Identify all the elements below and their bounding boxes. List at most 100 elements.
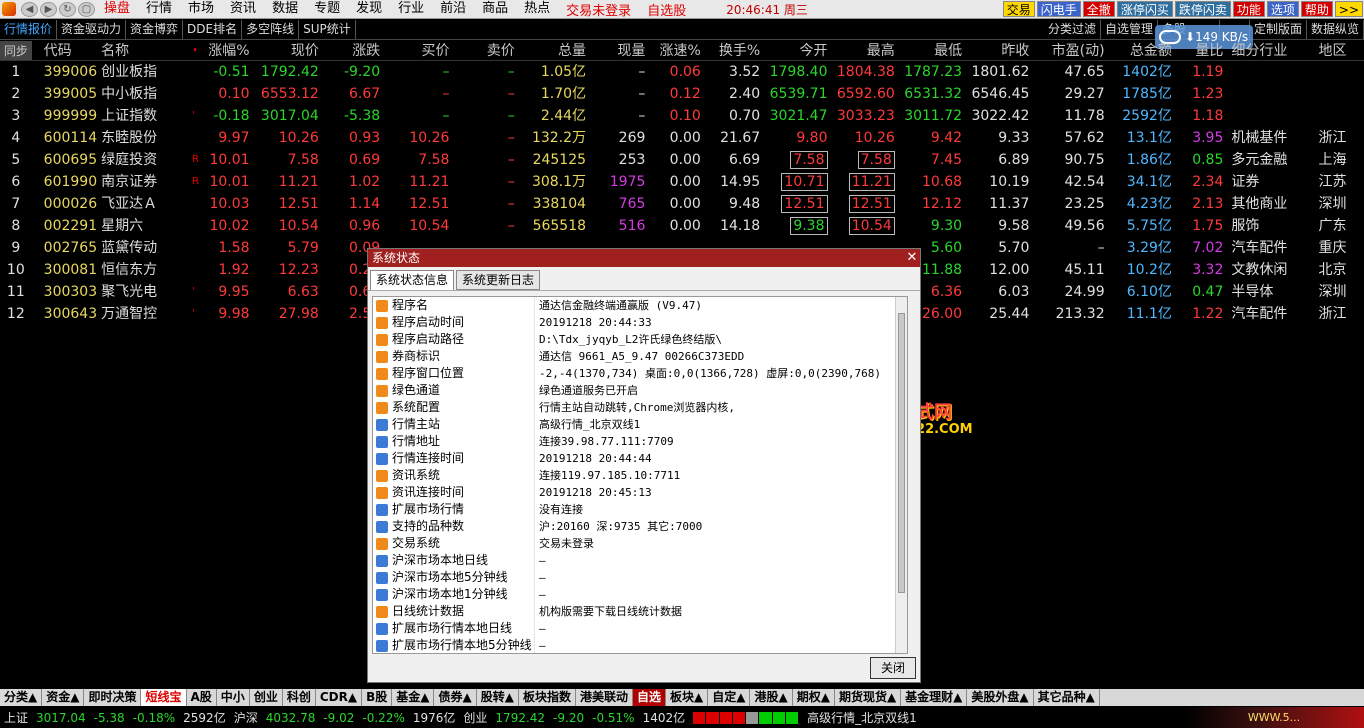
forward-button[interactable]: ▶ (40, 1, 57, 17)
col-header-code[interactable]: 代码 (32, 41, 97, 60)
bottom-tab[interactable]: 自定▲ (708, 689, 751, 706)
fullscreen-button[interactable]: ▢ (78, 1, 95, 17)
col-header-ask[interactable]: 卖价 (449, 41, 515, 60)
status-list-item[interactable]: 资讯系统 连接119.97.185.10:7711 (373, 467, 907, 484)
limit-up-buy-button[interactable]: 涨停闪买 (1116, 1, 1173, 17)
tab-long-short[interactable]: 多空阵线 (242, 20, 300, 39)
col-header-region[interactable]: 地区 (1314, 41, 1364, 60)
col-header-prev-close[interactable]: 昨收 (962, 41, 1029, 60)
more-button[interactable]: >> (1334, 1, 1363, 17)
table-row[interactable]: 3 999999 上证指数 ' -0.18 3017.04 -5.38 – – 2.44亿 – 0.1… (0, 105, 1364, 127)
status-list-item[interactable]: 日线统计数据 机构版需要下载日线统计数据 (373, 603, 907, 620)
status-list-item[interactable]: 扩展市场行情本地日线 — (373, 620, 907, 637)
bottom-tab[interactable]: A股 (187, 689, 217, 706)
col-header-volume[interactable]: 总量 (515, 41, 586, 60)
cy-index-label[interactable]: 创业 (459, 709, 491, 726)
bottom-tab[interactable]: 自选 (632, 689, 666, 706)
col-header-price[interactable]: 现价 (250, 41, 319, 60)
status-list-item[interactable]: 扩展市场行情本地5分钟线 — (373, 637, 907, 653)
flash-hand-button[interactable]: 闪电手 (1036, 1, 1081, 17)
status-list-item[interactable]: 绿色通道 绿色通道服务已开启 (373, 382, 907, 399)
col-header-vol-ratio[interactable]: 量比 (1172, 41, 1223, 60)
col-header-industry[interactable]: 细分行业 (1223, 41, 1314, 60)
tab-filter[interactable]: 分类过滤 (1044, 20, 1101, 39)
tab-quotes[interactable]: 行情报价 (0, 20, 58, 39)
col-header-name[interactable]: 名称 (97, 41, 192, 60)
dialog-titlebar[interactable]: 系统状态 ✕ (368, 249, 920, 267)
bottom-tab[interactable]: 美股外盘▲ (967, 689, 1034, 706)
col-header-turnover[interactable]: 换手% (701, 41, 760, 60)
col-header-bid[interactable]: 买价 (380, 41, 449, 60)
bottom-tab[interactable]: 即时决策 (84, 689, 142, 706)
bottom-tab[interactable]: 港美联动 (576, 689, 633, 706)
tab-watchlist-manage[interactable]: 自选管理 (1101, 20, 1158, 39)
table-row[interactable]: 6 601990 南京证券 R 10.01 11.21 1.02 11.21 –308.1万 19… (0, 171, 1364, 193)
menu-item-commodity[interactable]: 商品 (474, 0, 516, 18)
bottom-tab[interactable]: 短线宝 (141, 689, 187, 706)
function-button[interactable]: 功能 (1232, 1, 1265, 17)
status-list-item[interactable]: 券商标识 通达信 9661_A5_9.47 00266C373EDD (373, 348, 907, 365)
menu-item-trade[interactable]: 操盘 (96, 0, 138, 18)
col-header-sync[interactable]: 同步 (0, 41, 32, 60)
menu-item-data[interactable]: 数据 (264, 0, 306, 18)
col-header-low[interactable]: 最低 (895, 41, 962, 60)
menu-item-quote[interactable]: 行情 (138, 0, 180, 18)
col-header-chg-pct[interactable]: 涨幅% (202, 41, 249, 60)
status-list-item[interactable]: 交易系统 交易未登录 (373, 535, 907, 552)
menu-item-hot[interactable]: 热点 (516, 0, 558, 18)
back-button[interactable]: ◀ (21, 1, 38, 17)
status-list-item[interactable]: 系统配置 行情主站自动跳转,Chrome浏览器内核, (373, 399, 907, 416)
bottom-tab[interactable]: 其它品种▲ (1034, 689, 1100, 706)
bottom-tab[interactable]: 板块▲ (666, 689, 709, 706)
bottom-tab[interactable]: 股转▲ (477, 689, 519, 706)
sh-index-label[interactable]: 上证 (0, 709, 32, 726)
bottom-tab[interactable]: 债券▲ (434, 689, 477, 706)
col-header-cur-volume[interactable]: 现量 (586, 41, 645, 60)
tab-system-status-info[interactable]: 系统状态信息 (370, 270, 455, 290)
table-row[interactable]: 4 600114 东睦股份 9.97 10.26 0.93 10.26 –132.2万 269 0… (0, 127, 1364, 149)
status-list-item[interactable]: 行情主站 高级行情_北京双线1 (373, 416, 907, 433)
close-icon[interactable]: ✕ (904, 249, 920, 267)
status-list-item[interactable]: 程序启动路径 D:\Tdx_jyqyb_L2许氏绿色终结版\ (373, 331, 907, 348)
vertical-scrollbar[interactable] (895, 297, 907, 653)
close-button[interactable]: 关闭 (870, 657, 916, 679)
col-header-pe[interactable]: 市盈(动) (1029, 41, 1105, 60)
status-list-item[interactable]: 行情地址 连接39.98.77.111:7709 (373, 433, 907, 450)
cancel-all-button[interactable]: 全撤 (1082, 1, 1115, 17)
table-row[interactable]: 7 000026 飞亚达Ａ 10.03 12.51 1.14 12.51 – 338104 765… (0, 193, 1364, 215)
scrollbar-thumb[interactable] (898, 313, 905, 593)
status-list-item[interactable]: 程序名 通达信金融终端通赢版 (V9.47) (373, 297, 907, 314)
hs-index-label[interactable]: 沪深 (230, 709, 262, 726)
bottom-tab[interactable]: 板块指数 (519, 689, 576, 706)
tab-capital-drive[interactable]: 资金驱动力 (57, 20, 127, 39)
col-header-chg[interactable]: 涨跌 (319, 41, 380, 60)
table-row[interactable]: 1 399006 创业板指 -0.51 1792.42 -9.20 – – 1.05亿 – 0.06… (0, 61, 1364, 83)
status-list-item[interactable]: 程序窗口位置 -2,-4(1370,734) 桌面:0,0(1366,728) 虚… (373, 365, 907, 382)
col-header-amount[interactable]: 总金额 (1105, 41, 1172, 60)
tab-custom-layout[interactable]: 定制版面 (1250, 20, 1307, 39)
options-button[interactable]: 选项 (1266, 1, 1299, 17)
status-list-item[interactable]: 程序启动时间 20191218 20:44:33 (373, 314, 907, 331)
bottom-tab[interactable]: 中小 (217, 689, 250, 706)
bottom-tab[interactable]: 分类▲ (0, 689, 43, 706)
help-button[interactable]: 帮助 (1300, 1, 1333, 17)
menu-item-topic[interactable]: 专题 (306, 0, 348, 18)
menu-item-frontier[interactable]: 前沿 (432, 0, 474, 18)
status-list-item[interactable]: 沪深市场本地5分钟线 — (373, 569, 907, 586)
bottom-tab[interactable]: 期货现货▲ (835, 689, 902, 706)
tab-capital-game[interactable]: 资金博弈 (126, 20, 184, 39)
server-name[interactable]: 高级行情_北京双线1 (803, 709, 921, 726)
watchlist-link[interactable]: 自选股 (639, 0, 694, 19)
trade-login-status[interactable]: 交易未登录 (558, 0, 639, 19)
col-header-high[interactable]: 最高 (828, 41, 895, 60)
col-header-open[interactable]: 今开 (760, 41, 828, 60)
col-header-speed[interactable]: 涨速% (645, 41, 701, 60)
bottom-tab[interactable]: 基金▲ (392, 689, 435, 706)
status-list-item[interactable]: 扩展市场行情 没有连接 (373, 501, 907, 518)
bottom-tab[interactable]: 期权▲ (793, 689, 835, 706)
tab-data-overview[interactable]: 数据纵览 (1307, 20, 1364, 39)
limit-down-sell-button[interactable]: 跌停闪卖 (1174, 1, 1231, 17)
refresh-button[interactable]: ↻ (59, 1, 76, 17)
bottom-tab[interactable]: 基金理财▲ (901, 689, 968, 706)
status-list-item[interactable]: 沪深市场本地日线 — (373, 552, 907, 569)
